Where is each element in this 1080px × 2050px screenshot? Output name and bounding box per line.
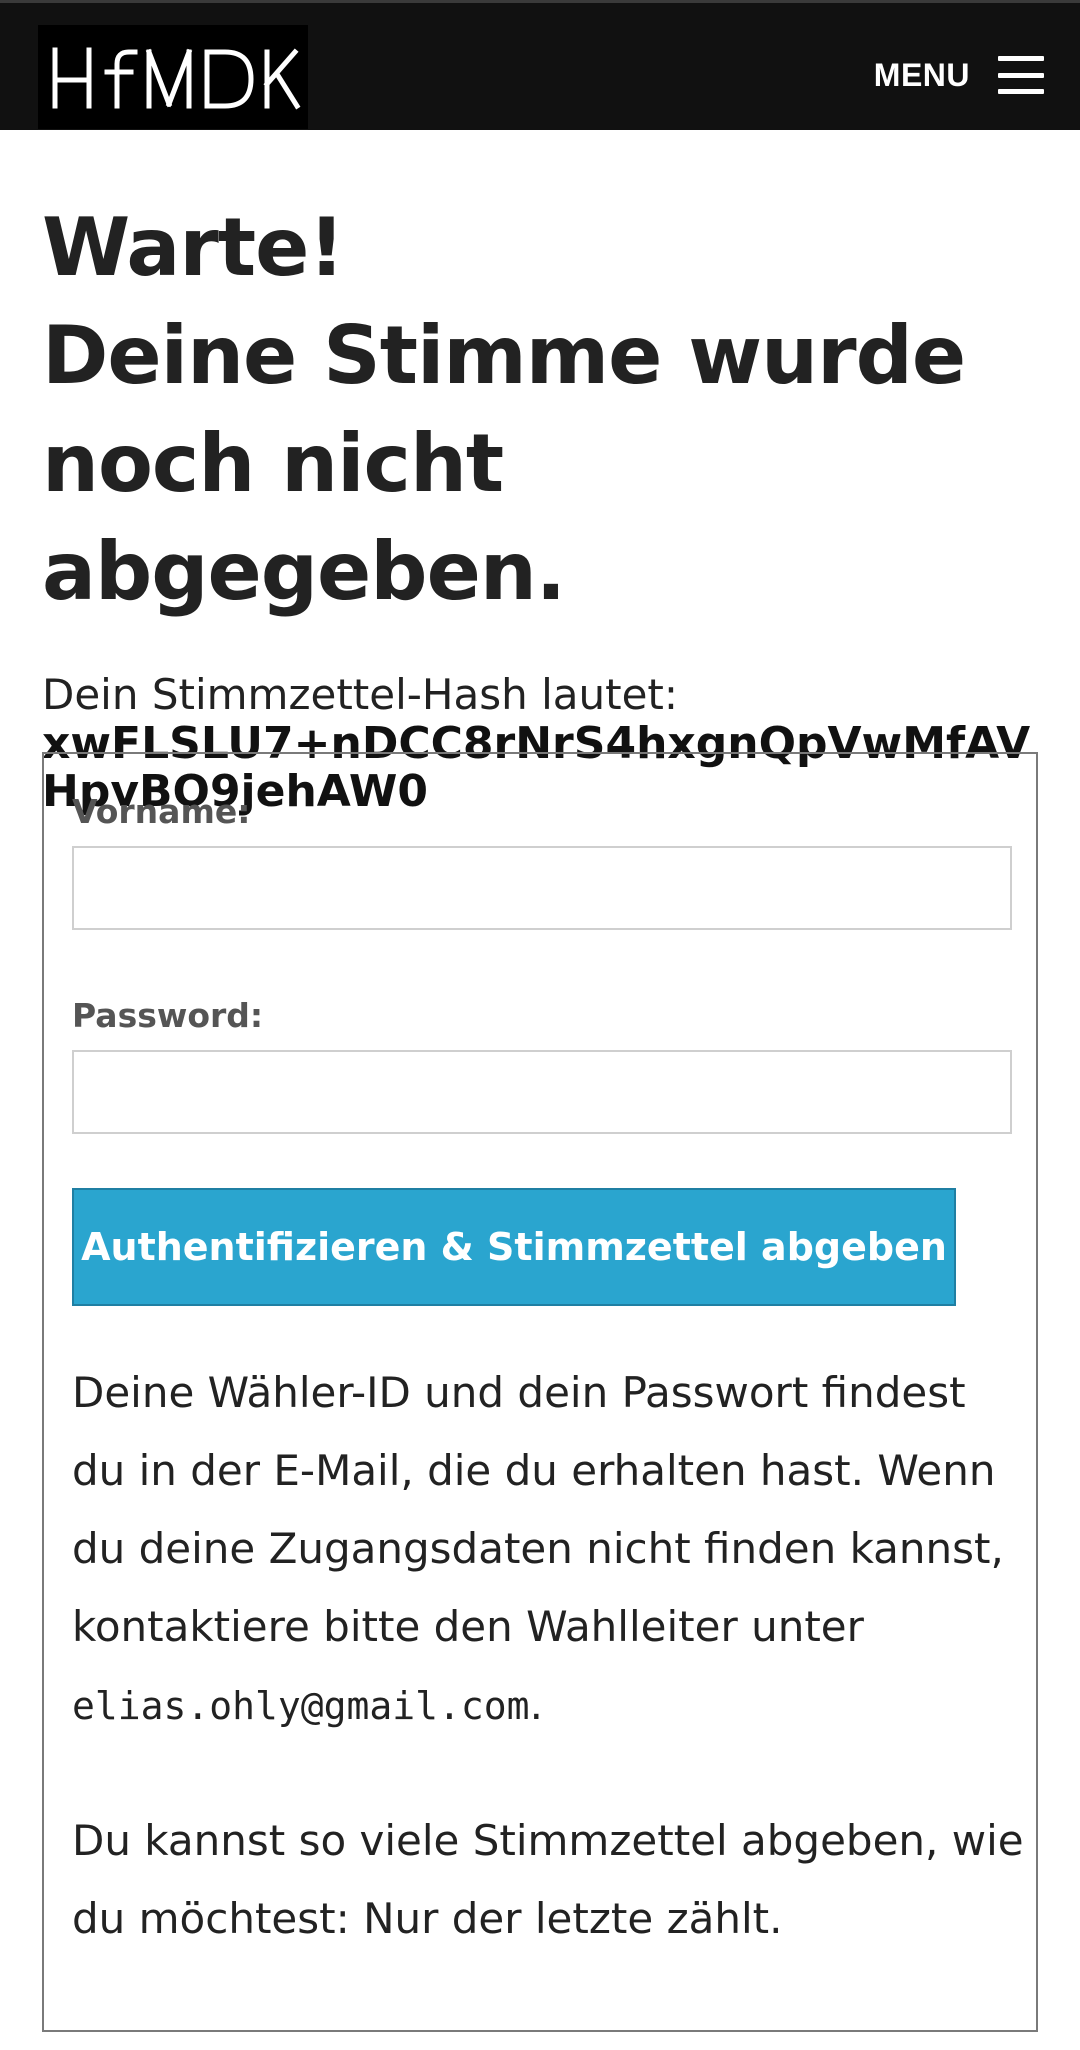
ballot-hash-label: Dein Stimmzettel-Hash lautet:	[42, 670, 679, 719]
title-line-3: noch nicht abgegeben.	[42, 417, 566, 618]
authentication-form: Vorname: Password: Authentifizieren & St…	[42, 752, 1038, 2032]
first-name-input[interactable]	[72, 846, 1012, 930]
hamburger-menu-icon	[998, 56, 1044, 94]
password-input[interactable]	[72, 1050, 1012, 1134]
help-text-end: .	[529, 1680, 543, 1729]
main-content: Warte! Deine Stimme wurde noch nicht abg…	[42, 130, 1038, 816]
menu-label: MENU	[873, 56, 970, 93]
title-line-2: Deine Stimme wurde	[42, 309, 966, 402]
top-navigation-bar: MENU	[0, 0, 1080, 130]
title-line-1: Warte!	[42, 201, 345, 294]
hfmdk-logo[interactable]	[38, 25, 308, 129]
help-text: Deine Wähler-ID und dein Passwort findes…	[72, 1354, 1032, 1745]
contact-email: elias.ohly@gmail.com	[72, 1684, 530, 1728]
logo-wordmark-icon	[52, 47, 301, 110]
last-ballot-counts-note: Du kannst so viele Stimmzettel abgeben, …	[72, 1816, 1024, 1943]
page-title: Warte! Deine Stimme wurde noch nicht abg…	[42, 130, 1038, 626]
help-text-main: Deine Wähler-ID und dein Passwort findes…	[72, 1368, 1004, 1651]
first-name-label: Vorname:	[72, 792, 251, 831]
menu-button[interactable]: MENU	[874, 45, 1044, 105]
authenticate-submit-button[interactable]: Authentifizieren & Stimmzettel abgeben	[72, 1188, 956, 1306]
password-label: Password:	[72, 996, 264, 1035]
